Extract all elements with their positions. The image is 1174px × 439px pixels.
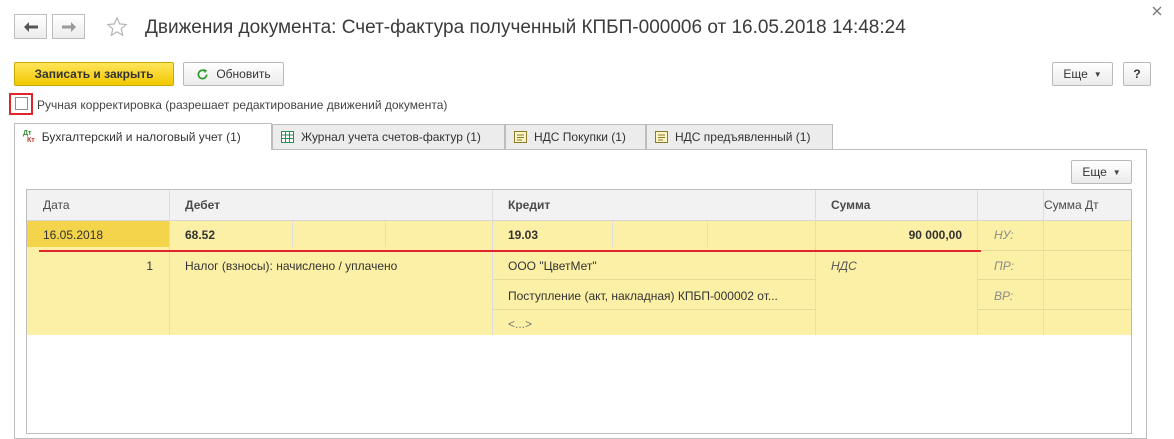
column-divider	[612, 221, 613, 247]
cell-credit-subconto-3: <...>	[508, 317, 533, 331]
back-button[interactable]	[14, 14, 47, 39]
refresh-label: Обновить	[216, 67, 271, 81]
window-title: Движения документа: Счет-фактура получен…	[145, 17, 906, 38]
register-icon	[655, 131, 668, 143]
row-divider	[492, 309, 815, 310]
cell-line-number: 1	[146, 259, 153, 273]
close-window-button[interactable]	[1146, 0, 1168, 22]
row-divider	[492, 279, 815, 280]
more-menu-label: Еще	[1063, 67, 1088, 81]
cell-debit-subconto: Налог (взносы): начислено / уплачено	[185, 259, 398, 273]
chevron-down-icon: ▼	[1112, 167, 1121, 177]
tab-vat-purchases-label: НДС Покупки (1)	[534, 130, 626, 144]
column-divider	[492, 190, 493, 335]
column-divider	[977, 190, 978, 335]
arrow-right-icon	[61, 21, 76, 32]
row-divider	[977, 309, 1131, 310]
manual-edit-label[interactable]: Ручная корректировка (разрешает редактир…	[37, 98, 447, 112]
column-header-debit[interactable]: Дебет	[185, 198, 220, 212]
register-icon	[514, 131, 527, 143]
highlight-underline	[39, 250, 981, 252]
row-divider	[977, 279, 1131, 280]
save-and-close-button[interactable]: Записать и закрыть	[14, 62, 174, 86]
cell-tax-pr: ПР:	[994, 259, 1014, 273]
row-divider	[977, 250, 1131, 251]
cell-debit-account: 68.52	[185, 228, 216, 242]
kt-icon-text: Кт	[27, 137, 35, 144]
cell-tax-vr: ВР:	[994, 289, 1014, 303]
forward-button[interactable]	[52, 14, 85, 39]
table-header: Дата Дебет Кредит Сумма Сумма Дт	[27, 190, 1131, 221]
column-divider	[169, 190, 170, 335]
cell-amount-kind: НДС	[831, 259, 857, 273]
help-label: ?	[1133, 67, 1141, 81]
close-icon	[1152, 6, 1162, 16]
dt-icon-text: Дт	[23, 130, 32, 137]
tab-vat-presented-label: НДС предъявленный (1)	[675, 130, 811, 144]
tab-accounting-label: Бухгалтерский и налоговый учет (1)	[41, 130, 241, 144]
cell-credit-subconto-2: Поступление (акт, накладная) КПБП-000002…	[508, 289, 778, 303]
tab-invoice-journal[interactable]: Журнал учета счетов-фактур (1)	[272, 124, 505, 149]
column-divider	[815, 190, 816, 335]
tab-accounting[interactable]: Дт Кт Бухгалтерский и налоговый учет (1)	[14, 123, 272, 150]
cell-credit-subconto-1: ООО "ЦветМет"	[508, 259, 597, 273]
column-divider	[707, 221, 708, 247]
cell-amount: 90 000,00	[908, 228, 962, 242]
arrow-left-icon	[23, 21, 38, 32]
favorite-star-icon[interactable]	[106, 16, 128, 41]
dt-kt-icon: Дт Кт	[23, 130, 35, 144]
tab-invoice-journal-label: Журнал учета счетов-фактур (1)	[301, 130, 481, 144]
column-header-amount-dt[interactable]: Сумма Дт	[1044, 198, 1099, 212]
column-divider	[1043, 190, 1044, 335]
refresh-button[interactable]: Обновить	[183, 62, 284, 86]
cell-credit-account: 19.03	[508, 228, 539, 242]
table-icon	[281, 131, 294, 143]
column-header-date[interactable]: Дата	[43, 198, 70, 212]
column-header-credit[interactable]: Кредит	[508, 198, 550, 212]
refresh-icon	[197, 68, 208, 79]
cell-date: 16.05.2018	[43, 228, 104, 242]
grid-more-label: Еще	[1082, 165, 1107, 179]
tab-vat-presented[interactable]: НДС предъявленный (1)	[646, 124, 833, 149]
tab-vat-purchases[interactable]: НДС Покупки (1)	[505, 124, 646, 149]
column-divider	[385, 221, 386, 247]
column-header-amount[interactable]: Сумма	[831, 198, 870, 212]
movements-table[interactable]: Дата Дебет Кредит Сумма Сумма Дт 16.05.2…	[26, 189, 1132, 434]
help-button[interactable]: ?	[1123, 62, 1151, 86]
column-divider	[292, 221, 293, 247]
more-menu-button[interactable]: Еще ▼	[1052, 62, 1113, 86]
save-and-close-label: Записать и закрыть	[34, 67, 154, 81]
grid-more-button[interactable]: Еще ▼	[1071, 160, 1132, 184]
manual-edit-checkbox[interactable]	[15, 97, 28, 110]
cell-tax-nu: НУ:	[994, 228, 1014, 242]
chevron-down-icon: ▼	[1093, 69, 1102, 79]
